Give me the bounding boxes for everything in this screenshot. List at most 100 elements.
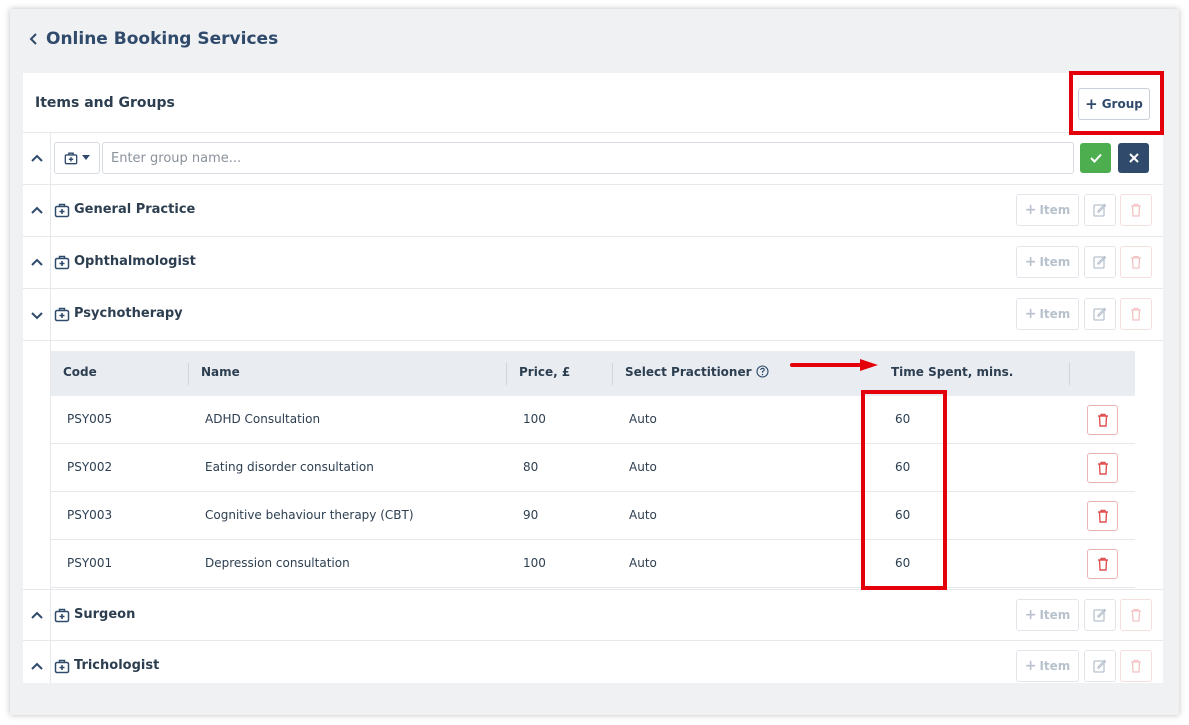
add-item-label: Item xyxy=(1039,203,1071,217)
table-row: PSY005 ADHD Consultation 100 Auto 60 xyxy=(51,396,1135,444)
confirm-button[interactable] xyxy=(1080,143,1111,173)
medical-bag-icon xyxy=(64,152,78,165)
annotation-box-time-column xyxy=(861,390,947,590)
cell-code: PSY002 xyxy=(67,460,113,474)
column-header-practitioner[interactable]: Select Practitioner xyxy=(625,365,769,379)
edit-group-button[interactable] xyxy=(1084,246,1116,278)
table-row: PSY001 Depression consultation 100 Auto … xyxy=(51,540,1135,588)
help-circle-icon[interactable] xyxy=(755,365,769,378)
add-item-label: Item xyxy=(1039,307,1071,321)
cell-practitioner: Auto xyxy=(629,412,657,426)
cell-name: Cognitive behaviour therapy (CBT) xyxy=(205,508,414,522)
column-divider xyxy=(188,363,189,385)
add-item-label: Item xyxy=(1039,255,1071,269)
card-header: Items and Groups + Group xyxy=(23,73,1163,133)
add-item-button[interactable]: + Item xyxy=(1016,650,1079,682)
chevron-up-icon[interactable] xyxy=(31,661,43,673)
add-item-button[interactable]: + Item xyxy=(1016,246,1079,278)
caret-down-icon xyxy=(82,155,90,160)
group-name: General Practice xyxy=(74,202,196,217)
edit-icon xyxy=(1093,255,1107,269)
delete-group-button[interactable] xyxy=(1120,650,1152,682)
window-frame: Online Booking Services Items and Groups… xyxy=(10,9,1179,715)
cell-name: Depression consultation xyxy=(205,556,350,570)
group-row: Ophthalmologist + Item xyxy=(23,237,1163,289)
cell-price: 100 xyxy=(523,412,546,426)
medical-bag-icon xyxy=(54,608,70,623)
chevron-up-icon[interactable] xyxy=(31,205,43,217)
column-divider xyxy=(506,363,507,385)
column-divider xyxy=(1069,363,1070,385)
delete-item-button[interactable] xyxy=(1087,405,1118,435)
plus-icon: + xyxy=(1024,254,1037,270)
column-header-code[interactable]: Code xyxy=(63,365,97,379)
add-item-button[interactable]: + Item xyxy=(1016,298,1079,330)
table-header: Code Name Price, £ Select Practitioner T… xyxy=(51,351,1135,396)
back-link[interactable]: Online Booking Services xyxy=(28,27,278,51)
edit-group-button[interactable] xyxy=(1084,650,1116,682)
delete-item-button[interactable] xyxy=(1087,501,1118,531)
chevron-left-icon xyxy=(29,33,37,45)
group-type-select[interactable] xyxy=(54,142,100,174)
items-groups-card: Items and Groups + Group Enter group nam… xyxy=(23,73,1163,683)
cell-practitioner: Auto xyxy=(629,508,657,522)
cell-price: 80 xyxy=(523,460,539,474)
column-divider xyxy=(612,363,613,385)
add-item-label: Item xyxy=(1039,608,1071,622)
edit-group-button[interactable] xyxy=(1084,194,1116,226)
group-row: Psychotherapy + Item xyxy=(23,289,1163,341)
medical-bag-icon xyxy=(54,203,70,218)
chevron-up-icon[interactable] xyxy=(31,610,43,622)
cell-price: 90 xyxy=(523,508,539,522)
edit-group-button[interactable] xyxy=(1084,298,1116,330)
group-row: Trichologist + Item xyxy=(23,641,1163,693)
trash-icon xyxy=(1097,413,1108,427)
chevron-down-icon[interactable] xyxy=(31,309,43,321)
column-header-price[interactable]: Price, £ xyxy=(519,365,570,379)
cancel-button[interactable] xyxy=(1118,143,1149,173)
cell-practitioner: Auto xyxy=(629,460,657,474)
column-header-time[interactable]: Time Spent, mins. xyxy=(891,365,1013,379)
trash-icon xyxy=(1097,461,1108,475)
add-item-button[interactable]: + Item xyxy=(1016,194,1079,226)
plus-icon: + xyxy=(1024,607,1037,623)
page-title: Online Booking Services xyxy=(46,29,279,49)
cell-code: PSY005 xyxy=(67,412,113,426)
chevron-up-icon[interactable] xyxy=(31,257,43,269)
new-group-row xyxy=(23,133,1163,185)
close-icon xyxy=(1128,153,1139,163)
medical-bag-icon xyxy=(54,659,70,674)
plus-icon: + xyxy=(1024,202,1037,218)
table-row: PSY002 Eating disorder consultation 80 A… xyxy=(51,444,1135,492)
delete-group-button[interactable] xyxy=(1120,298,1152,330)
delete-item-button[interactable] xyxy=(1087,453,1118,483)
plus-icon: + xyxy=(1024,306,1037,322)
group-row: General Practice + Item xyxy=(23,185,1163,237)
edit-icon xyxy=(1093,203,1107,217)
edit-group-button[interactable] xyxy=(1084,599,1116,631)
delete-item-button[interactable] xyxy=(1087,549,1118,579)
group-name: Psychotherapy xyxy=(74,306,183,321)
column-header-name[interactable]: Name xyxy=(201,365,240,379)
group-row: Surgeon + Item xyxy=(23,589,1163,641)
group-name-input[interactable] xyxy=(102,142,1074,174)
trash-icon xyxy=(1131,307,1141,321)
delete-group-button[interactable] xyxy=(1120,194,1152,226)
medical-bag-icon xyxy=(54,307,70,322)
trash-icon xyxy=(1097,509,1108,523)
add-item-button[interactable]: + Item xyxy=(1016,599,1079,631)
chevron-up-icon[interactable] xyxy=(31,153,43,165)
card-title: Items and Groups xyxy=(35,95,175,111)
items-table: Code Name Price, £ Select Practitioner T… xyxy=(51,351,1135,588)
add-item-label: Item xyxy=(1039,659,1071,673)
group-name: Surgeon xyxy=(74,607,136,622)
edit-icon xyxy=(1093,659,1107,673)
cell-code: PSY003 xyxy=(67,508,113,522)
group-name: Trichologist xyxy=(74,658,160,673)
delete-group-button[interactable] xyxy=(1120,246,1152,278)
annotation-box-group-button xyxy=(1069,71,1164,135)
plus-icon: + xyxy=(1024,658,1037,674)
trash-icon xyxy=(1097,557,1108,571)
delete-group-button[interactable] xyxy=(1120,599,1152,631)
trash-icon xyxy=(1131,255,1141,269)
